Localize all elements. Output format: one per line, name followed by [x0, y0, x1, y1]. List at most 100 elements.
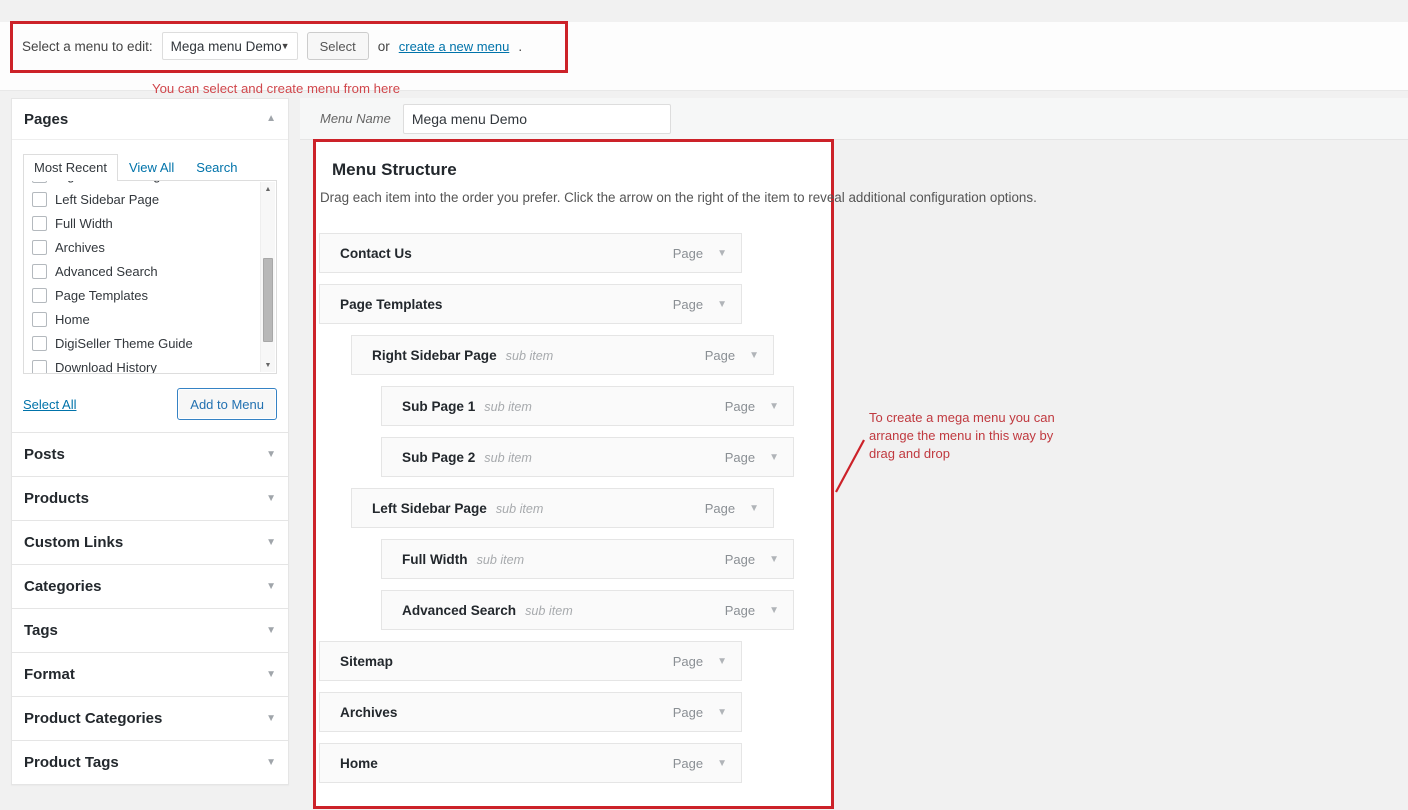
checkbox-icon[interactable]	[32, 181, 47, 183]
list-item[interactable]: Page Templates	[24, 283, 276, 307]
menu-item-subitem-tag: sub item	[505, 348, 554, 363]
sidebar-item-label: Format	[24, 666, 75, 683]
scroll-up-icon[interactable]: ▲	[261, 182, 275, 196]
menu-select-dropdown[interactable]: Mega menu Demo ▼	[161, 32, 298, 60]
pages-panel-header[interactable]: Pages ▲	[12, 99, 288, 140]
menu-item-row[interactable]: Left Sidebar Page sub item Page ▼	[351, 488, 774, 528]
chevron-up-icon[interactable]: ▲	[266, 114, 276, 124]
menu-item-label-group: Sub Page 1 sub item	[402, 399, 532, 414]
sidebar-item-categories[interactable]: Categories ▼	[11, 565, 289, 609]
chevron-down-icon[interactable]: ▼	[769, 554, 779, 565]
menu-structure-description: Drag each item into the order you prefer…	[320, 190, 1037, 205]
sidebar-item-posts[interactable]: Posts ▼	[11, 433, 289, 477]
menu-item-label-group: Page Templates	[340, 297, 452, 312]
pages-list[interactable]: Right Sidebar Page Left Sidebar Page Ful…	[23, 181, 277, 374]
menu-item-type: Page	[704, 500, 736, 516]
chevron-down-icon[interactable]: ▼	[717, 299, 727, 310]
menu-item-label-group: Contact Us	[340, 246, 421, 261]
chevron-down-icon[interactable]: ▼	[717, 707, 727, 718]
checkbox-icon[interactable]	[32, 311, 47, 327]
menu-item-label-group: Left Sidebar Page sub item	[372, 501, 543, 516]
checkbox-icon[interactable]	[32, 335, 47, 351]
list-item[interactable]: DigiSeller Theme Guide	[24, 331, 276, 355]
checkbox-icon[interactable]	[32, 263, 47, 279]
menu-item-label-group: Sitemap	[340, 654, 402, 669]
menu-item-row[interactable]: Sub Page 1 sub item Page ▼	[381, 386, 794, 426]
menu-item-meta: Page ▼	[673, 654, 727, 669]
tab-view-all[interactable]: View All	[118, 154, 185, 181]
sidebar-item-product-tags[interactable]: Product Tags ▼	[11, 741, 289, 785]
list-item[interactable]: Advanced Search	[24, 259, 276, 283]
list-item-label: Archives	[55, 239, 105, 255]
menu-item-label-group: Right Sidebar Page sub item	[372, 348, 553, 363]
sidebar-item-label: Product Tags	[24, 754, 119, 771]
menu-item-type: Page	[724, 551, 756, 567]
list-item[interactable]: Home	[24, 307, 276, 331]
chevron-down-icon[interactable]: ▼	[749, 503, 759, 514]
chevron-down-icon[interactable]: ▼	[769, 452, 779, 463]
menu-name-bar: Menu Name	[300, 98, 1408, 140]
scroll-down-icon[interactable]: ▼	[261, 358, 275, 372]
checkbox-icon[interactable]	[32, 239, 47, 255]
menu-item-subitem-tag: sub item	[495, 501, 544, 516]
chevron-down-icon[interactable]: ▼	[266, 625, 276, 636]
menu-item-row[interactable]: Sub Page 2 sub item Page ▼	[381, 437, 794, 477]
menu-item-row[interactable]: Archives Page ▼	[319, 692, 742, 732]
chevron-down-icon[interactable]: ▼	[769, 605, 779, 616]
list-item[interactable]: Left Sidebar Page	[24, 187, 276, 211]
sidebar-item-custom-links[interactable]: Custom Links ▼	[11, 521, 289, 565]
pages-list-scrollbar[interactable]: ▲ ▼	[260, 182, 275, 372]
menu-item-row[interactable]: Contact Us Page ▼	[319, 233, 742, 273]
sidebar-item-tags[interactable]: Tags ▼	[11, 609, 289, 653]
sidebar-item-product-categories[interactable]: Product Categories ▼	[11, 697, 289, 741]
tab-search[interactable]: Search	[185, 154, 248, 181]
menu-item-type: Page	[724, 602, 756, 618]
list-item[interactable]: Full Width	[24, 211, 276, 235]
chevron-down-icon[interactable]: ▼	[266, 757, 276, 768]
checkbox-icon[interactable]	[32, 191, 47, 207]
chevron-down-icon[interactable]: ▼	[266, 581, 276, 592]
tab-most-recent[interactable]: Most Recent	[23, 154, 118, 181]
menu-item-subitem-tag: sub item	[476, 552, 525, 567]
menu-name-input[interactable]	[402, 103, 671, 134]
menu-item-row[interactable]: Page Templates Page ▼	[319, 284, 742, 324]
menu-item-type: Page	[724, 449, 756, 465]
chevron-down-icon[interactable]: ▼	[266, 669, 276, 680]
chevron-down-icon[interactable]: ▼	[717, 758, 727, 769]
chevron-down-icon[interactable]: ▼	[266, 537, 276, 548]
list-item-label: Left Sidebar Page	[55, 191, 160, 207]
sidebar-item-label: Categories	[24, 578, 102, 595]
chevron-down-icon[interactable]: ▼	[717, 248, 727, 259]
menu-item-meta: Page ▼	[673, 705, 727, 720]
menu-item-row[interactable]: Right Sidebar Page sub item Page ▼	[351, 335, 774, 375]
menu-item-meta: Page ▼	[725, 603, 779, 618]
sidebar-item-format[interactable]: Format ▼	[11, 653, 289, 697]
create-new-menu-link[interactable]: create a new menu	[399, 39, 510, 54]
chevron-down-icon[interactable]: ▼	[749, 350, 759, 361]
checkbox-icon[interactable]	[32, 359, 47, 373]
checkbox-icon[interactable]	[32, 215, 47, 231]
menu-item-row[interactable]: Sitemap Page ▼	[319, 641, 742, 681]
select-button[interactable]: Select	[306, 32, 369, 60]
sidebar-item-products[interactable]: Products ▼	[11, 477, 289, 521]
add-to-menu-button[interactable]: Add to Menu	[177, 388, 277, 420]
list-item[interactable]: Archives	[24, 235, 276, 259]
chevron-down-icon[interactable]: ▼	[717, 656, 727, 667]
checkbox-icon[interactable]	[32, 287, 47, 303]
menu-item-meta: Page ▼	[673, 756, 727, 771]
select-all-link[interactable]: Select All	[23, 397, 76, 412]
menu-item-row[interactable]: Home Page ▼	[319, 743, 742, 783]
menu-item-meta: Page ▼	[725, 552, 779, 567]
chevron-down-icon[interactable]: ▼	[266, 449, 276, 460]
list-item[interactable]: Download History	[24, 355, 276, 373]
chevron-down-icon[interactable]: ▼	[266, 713, 276, 724]
menu-item-row[interactable]: Advanced Search sub item Page ▼	[381, 590, 794, 630]
chevron-down-icon[interactable]: ▼	[266, 493, 276, 504]
sidebar-item-label: Tags	[24, 622, 58, 639]
chevron-down-icon[interactable]: ▼	[769, 401, 779, 412]
admin-top-bar	[0, 0, 1408, 22]
menu-item-name: Archives	[340, 704, 398, 720]
menu-item-row[interactable]: Full Width sub item Page ▼	[381, 539, 794, 579]
menu-item-meta: Page ▼	[705, 348, 759, 363]
scrollbar-thumb[interactable]	[263, 258, 273, 342]
